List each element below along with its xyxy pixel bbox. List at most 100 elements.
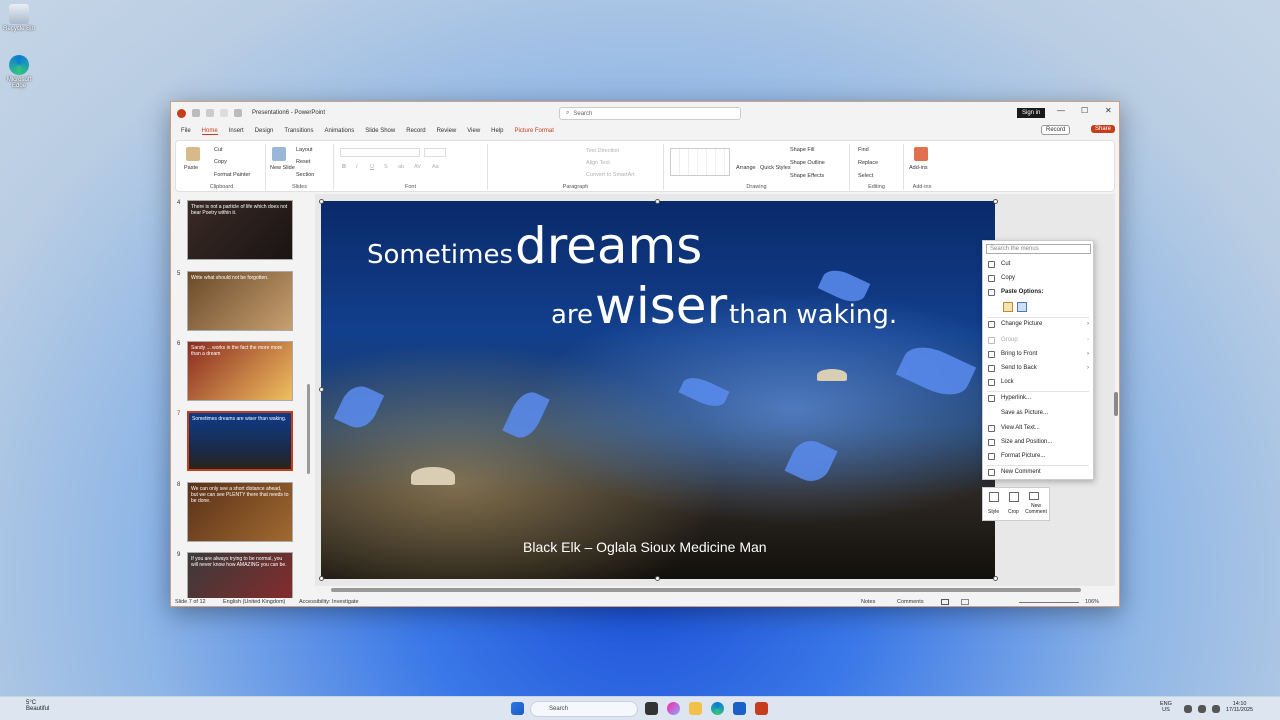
menu-bring-to-front[interactable]: Bring to Front: [1001, 351, 1037, 357]
change-case-button[interactable]: Aa: [432, 164, 439, 170]
format-painter-button[interactable]: Format Painter: [214, 172, 250, 178]
tab-transitions[interactable]: Transitions: [284, 128, 313, 134]
undo-icon[interactable]: [206, 109, 214, 117]
new-slide-button[interactable]: New Slide: [270, 165, 295, 171]
menu-new-comment[interactable]: New Comment: [1001, 469, 1041, 475]
shapes-gallery[interactable]: [670, 148, 730, 176]
close-button[interactable]: ✕: [1105, 106, 1112, 115]
replace-button[interactable]: Replace: [858, 160, 878, 166]
resize-handle[interactable]: [319, 576, 324, 581]
resize-handle[interactable]: [655, 199, 660, 204]
paste-button[interactable]: Paste: [184, 165, 198, 171]
menu-cut[interactable]: Cut: [1001, 261, 1010, 267]
zoom-level[interactable]: 106%: [1085, 599, 1099, 605]
current-slide-picture[interactable]: Sometimes dreams are wiser than waking. …: [321, 201, 995, 579]
task-view-icon[interactable]: [645, 702, 658, 715]
tab-picture-format[interactable]: Picture Format: [515, 128, 554, 134]
bold-button[interactable]: B: [342, 164, 346, 170]
paste-picture-icon[interactable]: [1017, 302, 1027, 312]
menu-copy[interactable]: Copy: [1001, 275, 1015, 281]
resize-handle[interactable]: [993, 199, 998, 204]
shape-effects-button[interactable]: Shape Effects: [790, 173, 824, 179]
reset-button[interactable]: Reset: [296, 159, 310, 165]
tab-file[interactable]: File: [181, 128, 191, 134]
italic-button[interactable]: I: [356, 164, 358, 170]
strikethrough-button[interactable]: S: [384, 164, 388, 170]
save-icon[interactable]: [192, 109, 200, 117]
menu-view-alt-text[interactable]: View Alt Text...: [1001, 425, 1040, 431]
tab-review[interactable]: Review: [437, 128, 457, 134]
paste-keep-format-icon[interactable]: [1003, 302, 1013, 312]
menu-lock[interactable]: Lock: [1001, 379, 1014, 385]
addins-icon[interactable]: [914, 147, 928, 161]
menu-save-as-picture[interactable]: Save as Picture...: [1001, 410, 1048, 416]
slide-thumbnail-selected[interactable]: Sometimes dreams are wiser than waking.: [187, 411, 293, 471]
wifi-icon[interactable]: [1184, 705, 1192, 713]
font-size-box[interactable]: [424, 148, 446, 157]
tab-design[interactable]: Design: [255, 128, 274, 134]
layout-button[interactable]: Layout: [296, 147, 313, 153]
redo-icon[interactable]: [220, 109, 228, 117]
slide-thumbnail[interactable]: If you are always trying to be normal, y…: [187, 552, 293, 598]
resize-handle[interactable]: [655, 576, 660, 581]
store-icon[interactable]: [733, 702, 746, 715]
find-button[interactable]: Find: [858, 147, 869, 153]
new-slide-icon[interactable]: [272, 147, 286, 161]
minibar-style-button[interactable]: Style: [988, 509, 999, 515]
share-button[interactable]: Share: [1091, 125, 1116, 133]
slide-thumbnail[interactable]: Sandy ... works in the fact the more mor…: [187, 341, 293, 401]
recycle-bin-icon[interactable]: Recycle Bin: [2, 4, 36, 32]
paste-icon[interactable]: [186, 147, 200, 161]
addins-button[interactable]: Add-ins: [909, 165, 928, 171]
menu-format-picture[interactable]: Format Picture...: [1001, 453, 1045, 459]
tab-view[interactable]: View: [467, 128, 480, 134]
editor-horizontal-scrollbar[interactable]: [331, 588, 1081, 592]
search-input[interactable]: ⌕ Search: [559, 107, 741, 120]
tab-animations[interactable]: Animations: [325, 128, 355, 134]
powerpoint-taskbar-icon[interactable]: [755, 702, 768, 715]
clock[interactable]: 14:10 17/11/2025: [1226, 701, 1253, 713]
text-direction-button[interactable]: Text Direction: [586, 148, 619, 154]
resize-handle[interactable]: [319, 199, 324, 204]
zoom-slider[interactable]: [1019, 602, 1079, 603]
shape-outline-button[interactable]: Shape Outline: [790, 160, 825, 166]
volume-icon[interactable]: [1198, 705, 1206, 713]
minibar-new-comment-button[interactable]: New Comment: [1023, 503, 1049, 515]
taskbar-search[interactable]: Search: [530, 701, 638, 717]
tab-record[interactable]: Record: [406, 128, 425, 134]
language-indicator[interactable]: English (United Kingdom): [223, 599, 285, 605]
file-explorer-icon[interactable]: [689, 702, 702, 715]
edge-taskbar-icon[interactable]: [711, 702, 724, 715]
menu-hyperlink[interactable]: Hyperlink...: [1001, 395, 1031, 401]
slide-thumbnail[interactable]: There is not a particle of life which do…: [187, 200, 293, 260]
copy-button[interactable]: Copy: [214, 159, 227, 165]
resize-handle[interactable]: [993, 576, 998, 581]
quick-styles-button[interactable]: Quick Styles: [760, 165, 791, 171]
tab-home[interactable]: Home: [201, 128, 218, 135]
slide-thumbnail[interactable]: We can only see a short distance ahead, …: [187, 482, 293, 542]
underline-button[interactable]: U: [370, 164, 374, 170]
shadow-button[interactable]: ab: [398, 164, 404, 170]
sign-in-button[interactable]: Sign in: [1017, 108, 1046, 118]
copilot-icon[interactable]: [667, 702, 680, 715]
menu-change-picture[interactable]: Change Picture: [1001, 321, 1042, 327]
maximize-button[interactable]: ☐: [1081, 106, 1088, 115]
context-menu-search[interactable]: Search the menus: [986, 244, 1091, 254]
start-icon[interactable]: [511, 702, 524, 715]
select-button[interactable]: Select: [858, 173, 873, 179]
menu-send-to-back[interactable]: Send to Back: [1001, 365, 1037, 371]
resize-handle[interactable]: [319, 387, 324, 392]
minimize-button[interactable]: —: [1057, 106, 1065, 115]
thumbnails-scrollbar[interactable]: [307, 384, 310, 474]
record-button[interactable]: Record: [1041, 125, 1071, 135]
cut-button[interactable]: Cut: [214, 147, 223, 153]
minibar-crop-button[interactable]: Crop: [1008, 509, 1019, 515]
align-text-button[interactable]: Align Text: [586, 160, 610, 166]
convert-smartart-button[interactable]: Convert to SmartArt: [586, 172, 635, 178]
tab-help[interactable]: Help: [491, 128, 503, 134]
language-indicator-tray[interactable]: ENG US: [1160, 701, 1172, 713]
menu-size-and-position[interactable]: Size and Position...: [1001, 439, 1052, 445]
comments-button[interactable]: Comments: [897, 599, 924, 605]
arrange-button[interactable]: Arrange: [736, 165, 756, 171]
section-button[interactable]: Section: [296, 172, 314, 178]
